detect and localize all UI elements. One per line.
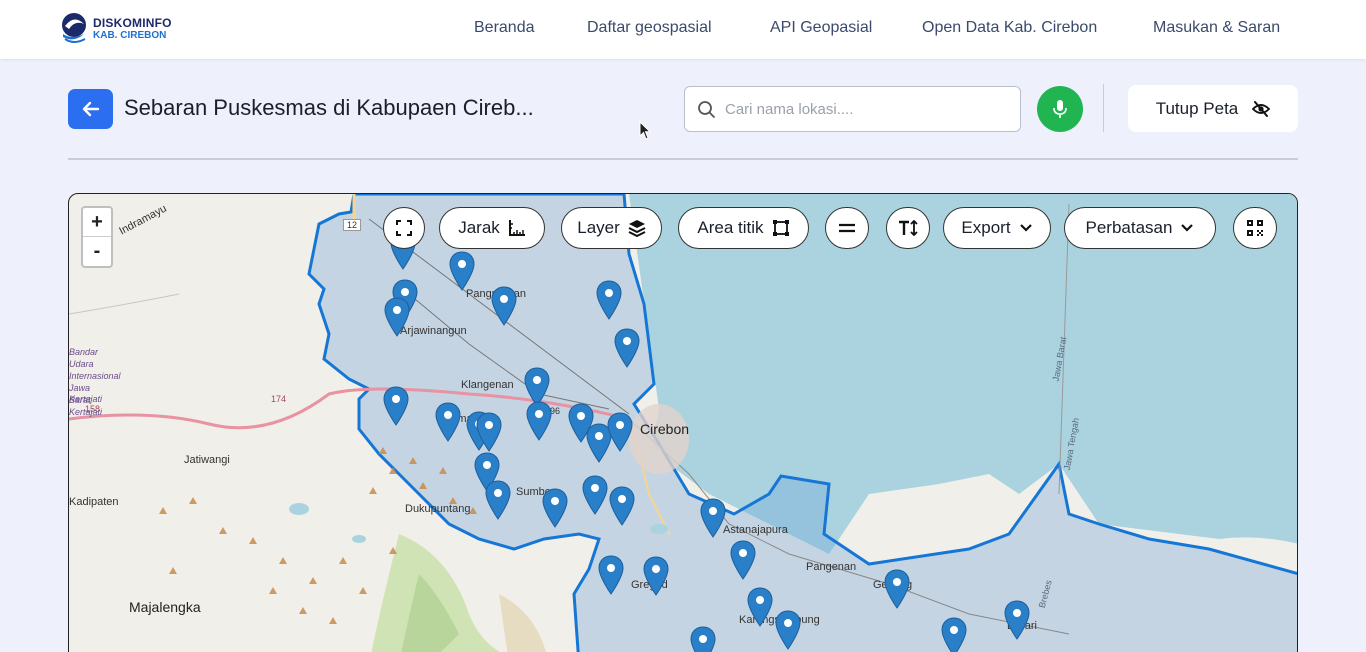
vector-square-icon [772, 220, 789, 236]
nav-daftar-geospasial[interactable]: Daftar geospasial [587, 19, 712, 37]
back-button[interactable] [68, 89, 113, 129]
road-label: 158 [85, 404, 101, 414]
puskesmas-marker-icon[interactable] [884, 569, 910, 609]
arrow-left-icon [82, 101, 99, 117]
chevron-down-icon [1181, 224, 1194, 232]
text-height-icon [899, 220, 918, 236]
puskesmas-marker-icon[interactable] [700, 498, 726, 538]
layers-icon [628, 220, 646, 237]
nav-masukan-saran[interactable]: Masukan & Saran [1153, 19, 1280, 37]
puskesmas-marker-icon[interactable] [690, 626, 716, 652]
place-label: Majalengka [129, 599, 201, 615]
puskesmas-marker-icon[interactable] [449, 251, 475, 291]
layer-button[interactable]: Layer [561, 207, 662, 249]
hide-map-label: Tutup Peta [1155, 98, 1239, 118]
zoom-control: + - [81, 206, 113, 268]
ruler-icon [508, 220, 525, 236]
logo-text-secondary: KAB. CIREBON [93, 30, 167, 41]
area-tool-label: Area titik [697, 218, 764, 237]
nav-api-geopasial[interactable]: API Geopasial [770, 19, 872, 37]
logo-icon [62, 13, 86, 43]
top-navbar: DISKOMINFO KAB. CIREBON Beranda Daftar g… [0, 0, 1366, 59]
puskesmas-marker-icon[interactable] [643, 556, 669, 596]
nav-open-data[interactable]: Open Data Kab. Cirebon [922, 19, 1097, 37]
place-label: Dukupuntang [405, 503, 471, 515]
eye-off-icon [1252, 100, 1271, 117]
text-size-button[interactable] [886, 207, 930, 249]
puskesmas-marker-icon[interactable] [582, 475, 608, 515]
mouse-cursor-icon [639, 121, 652, 140]
qrcode-icon [1247, 220, 1263, 236]
logo-text-primary: DISKOMINFO [93, 16, 172, 30]
place-label: Pangenan [806, 561, 857, 573]
export-label: Export [961, 218, 1011, 237]
fullscreen-icon [396, 220, 412, 236]
equals-icon [839, 223, 855, 233]
place-label: Klangenan [461, 379, 514, 391]
diskominfo-logo[interactable]: DISKOMINFO KAB. CIREBON [60, 10, 180, 48]
place-label: Jatiwangi [184, 454, 230, 466]
puskesmas-marker-icon[interactable] [730, 540, 756, 580]
nav-beranda[interactable]: Beranda [474, 19, 535, 37]
puskesmas-marker-icon[interactable] [384, 297, 410, 337]
boundary-label: Perbatasan [1085, 218, 1173, 237]
puskesmas-marker-icon[interactable] [614, 328, 640, 368]
layer-label: Layer [577, 218, 620, 237]
puskesmas-marker-icon[interactable] [941, 617, 967, 652]
fullscreen-button[interactable] [383, 207, 425, 249]
search-box[interactable] [684, 86, 1021, 132]
page-title: Sebaran Puskesmas di Kabupaen Cireb... [124, 95, 534, 120]
distance-tool-button[interactable]: Jarak [439, 207, 545, 249]
puskesmas-marker-icon[interactable] [435, 402, 461, 442]
chevron-down-icon [1019, 224, 1032, 232]
header-separator [68, 158, 1298, 160]
boundary-dropdown[interactable]: Perbatasan [1064, 207, 1216, 249]
search-input[interactable] [725, 95, 1005, 123]
puskesmas-marker-icon[interactable] [747, 587, 773, 627]
puskesmas-marker-icon[interactable] [607, 412, 633, 452]
puskesmas-marker-icon[interactable] [526, 401, 552, 441]
zoom-out-button[interactable]: - [83, 237, 111, 266]
hide-map-button[interactable]: Tutup Peta [1128, 85, 1298, 132]
road-label: 12 [343, 219, 362, 231]
area-tool-button[interactable]: Area titik [678, 207, 809, 249]
place-label: Kadipaten [69, 496, 119, 508]
place-label: Cirebon [640, 421, 690, 437]
map-view[interactable]: Indramayu Panguragan Arjawinangun Klange… [68, 193, 1298, 652]
zoom-in-button[interactable]: + [83, 208, 111, 237]
puskesmas-marker-icon[interactable] [476, 412, 502, 452]
header-divider [1103, 84, 1104, 132]
place-label: Astanajapura [723, 524, 788, 536]
line-tool-button[interactable] [825, 207, 869, 249]
qr-code-button[interactable] [1233, 207, 1277, 249]
export-dropdown[interactable]: Export [943, 207, 1051, 249]
puskesmas-marker-icon[interactable] [485, 480, 511, 520]
puskesmas-marker-icon[interactable] [383, 386, 409, 426]
puskesmas-marker-icon[interactable] [542, 488, 568, 528]
puskesmas-marker-icon[interactable] [598, 555, 624, 595]
puskesmas-marker-icon[interactable] [609, 486, 635, 526]
voice-search-button[interactable] [1037, 86, 1083, 132]
road-label: 174 [271, 394, 287, 404]
puskesmas-marker-icon[interactable] [775, 610, 801, 650]
puskesmas-marker-icon[interactable] [491, 286, 517, 326]
distance-tool-label: Jarak [458, 218, 500, 237]
puskesmas-marker-icon[interactable] [596, 280, 622, 320]
search-icon [698, 101, 715, 118]
puskesmas-marker-icon[interactable] [1004, 600, 1030, 640]
microphone-icon [1053, 100, 1067, 118]
